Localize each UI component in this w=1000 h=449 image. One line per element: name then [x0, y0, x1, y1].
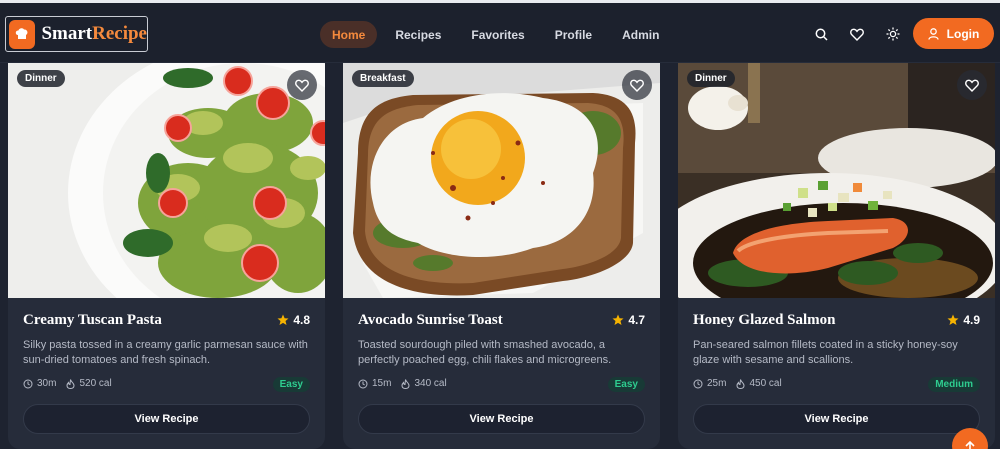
login-button[interactable]: Login: [913, 18, 994, 49]
heart-icon[interactable]: [847, 24, 867, 44]
star-icon: [612, 314, 624, 325]
recipe-meta: 15m 340 cal: [358, 378, 447, 389]
category-badge: Dinner: [687, 70, 735, 87]
nav-recipes[interactable]: Recipes: [383, 21, 453, 48]
nav-favorites[interactable]: Favorites: [459, 21, 536, 48]
recipe-calories: 520 cal: [79, 378, 112, 389]
rating-value: 4.9: [963, 313, 980, 327]
recipe-image-toast: [343, 63, 660, 298]
view-recipe-button[interactable]: View Recipe: [358, 404, 645, 434]
recipe-time: 30m: [37, 378, 57, 389]
search-icon[interactable]: [811, 24, 831, 44]
heart-icon: [295, 79, 309, 92]
recipe-time: 15m: [372, 378, 392, 389]
favorite-button[interactable]: [957, 70, 987, 100]
recipe-time: 25m: [707, 378, 727, 389]
nav-home[interactable]: Home: [320, 21, 378, 48]
recipe-meta: 30m 520 cal: [23, 378, 112, 389]
recipe-meta: 25m 450 cal: [693, 378, 782, 389]
recipe-title: Creamy Tuscan Pasta: [23, 312, 162, 328]
recipe-description: Toasted sourdough piled with smashed avo…: [358, 339, 612, 366]
sun-icon[interactable]: [883, 24, 903, 44]
nav-profile[interactable]: Profile: [543, 21, 604, 48]
recipe-description: Pan-seared salmon fillets coated in a st…: [693, 339, 958, 366]
category-badge: Breakfast: [352, 70, 414, 87]
recipe-card[interactable]: Dinner Creamy Tuscan Pasta 4.8 Silky pas…: [8, 63, 325, 449]
recipe-image-salmon: [678, 63, 995, 298]
brand-logo[interactable]: SmartRecipe: [5, 16, 148, 52]
recipe-rating: 4.7: [612, 313, 645, 327]
clock-icon: [23, 379, 33, 388]
difficulty-badge: Medium: [928, 377, 980, 392]
top-navbar: SmartRecipe Home Recipes Favorites Profi…: [0, 3, 1000, 63]
flame-icon: [66, 378, 75, 389]
nav-admin[interactable]: Admin: [610, 21, 671, 48]
flame-icon: [401, 378, 410, 389]
recipe-card[interactable]: Dinner Honey Glazed Salmon 4.9 Pan-seare…: [678, 63, 995, 449]
recipe-calories: 450 cal: [749, 378, 782, 389]
recipe-description: Silky pasta tossed in a creamy garlic pa…: [23, 339, 308, 366]
recipe-image-pasta: [8, 63, 325, 298]
star-icon: [947, 314, 959, 325]
star-icon: [277, 314, 289, 325]
recipe-rating: 4.9: [947, 313, 980, 327]
view-recipe-button[interactable]: View Recipe: [23, 404, 310, 434]
favorite-button[interactable]: [287, 70, 317, 100]
recipe-rating: 4.8: [277, 313, 310, 327]
heart-icon: [965, 79, 979, 92]
recipe-calories: 340 cal: [414, 378, 447, 389]
login-label: Login: [946, 26, 980, 41]
rating-value: 4.8: [293, 313, 310, 327]
view-recipe-button[interactable]: View Recipe: [693, 404, 980, 434]
arrow-up-icon: [965, 440, 975, 449]
heart-icon: [630, 79, 644, 92]
recipe-card[interactable]: Breakfast Avocado Sunrise Toast 4.7 Toas…: [343, 63, 660, 449]
user-icon: [928, 27, 939, 40]
rating-value: 4.7: [628, 313, 645, 327]
clock-icon: [358, 379, 368, 388]
recipe-title: Honey Glazed Salmon: [693, 312, 836, 328]
brand-name: SmartRecipe: [41, 23, 147, 44]
difficulty-badge: Easy: [272, 377, 310, 392]
clock-icon: [693, 379, 703, 388]
chef-hat-icon: [9, 19, 36, 49]
recipe-title: Avocado Sunrise Toast: [358, 312, 503, 328]
flame-icon: [736, 378, 745, 389]
difficulty-badge: Easy: [607, 377, 645, 392]
category-badge: Dinner: [17, 70, 65, 87]
favorite-button[interactable]: [622, 70, 652, 100]
main-nav: Home Recipes Favorites Profile Admin: [320, 21, 677, 48]
